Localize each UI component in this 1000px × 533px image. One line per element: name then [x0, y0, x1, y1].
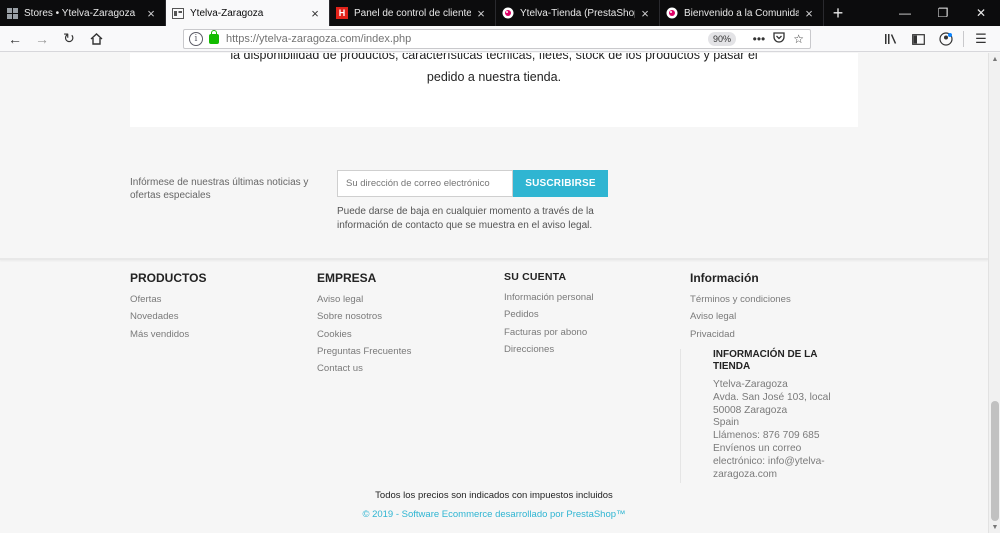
footer-link[interactable]: Información personal: [504, 289, 594, 306]
new-tab-button[interactable]: +: [824, 0, 852, 26]
tab-title: Bienvenido a la Comunidad de: [684, 7, 799, 19]
h-logo-icon: H: [336, 7, 348, 19]
tab-bienvenido[interactable]: Bienvenido a la Comunidad de ×: [660, 0, 824, 26]
back-arrow-icon[interactable]: ←: [3, 28, 27, 50]
footer-link[interactable]: Cookies: [317, 326, 411, 343]
footer-heading: Información: [690, 271, 759, 285]
lock-icon[interactable]: [209, 30, 219, 44]
footer-link[interactable]: Contact us: [317, 360, 411, 377]
footer-link[interactable]: Más vendidos: [130, 326, 206, 343]
restore-icon[interactable]: ❐: [924, 0, 962, 26]
footer-column-informacion: Información Términos y condiciones Aviso…: [690, 271, 791, 343]
footer-heading: SU CUENTA: [504, 271, 567, 283]
close-window-icon[interactable]: ✕: [962, 0, 1000, 26]
more-icon[interactable]: •••: [753, 32, 766, 46]
tab-panel-control[interactable]: H Panel de control de cliente ×: [330, 0, 496, 26]
close-icon[interactable]: ×: [145, 6, 157, 21]
content-card: la disponibilidad de productos, caracter…: [130, 53, 858, 127]
page-scrollbar[interactable]: ▲ ▼: [988, 53, 1000, 533]
home-icon[interactable]: [84, 28, 108, 50]
footer-link[interactable]: Aviso legal: [317, 291, 411, 308]
tab-strip: Stores • Ytelva-Zaragoza × Ytelva-Zarago…: [0, 0, 1000, 26]
store-phone: Llámenos: 876 709 685: [713, 430, 820, 442]
prices-note: Todos los precios son indicados con impu…: [375, 490, 613, 501]
close-icon[interactable]: ×: [803, 6, 815, 21]
footer-link[interactable]: Direcciones: [504, 341, 594, 358]
footer-heading: PRODUCTOS: [130, 271, 207, 285]
scroll-up-arrow-icon[interactable]: ▲: [989, 53, 1000, 65]
store-email: electrónico: info@ytelva-: [713, 455, 825, 467]
prestashop-icon: [666, 7, 678, 19]
footer-column-su-cuenta: SU CUENTA Información personal Pedidos F…: [504, 271, 594, 358]
store-info-heading: INFORMACIÓN DE LA TIENDA: [713, 349, 818, 372]
bookmark-star-icon[interactable]: ☆: [793, 32, 804, 46]
subscribe-button[interactable]: SUSCRIBIRSE: [513, 170, 608, 197]
scroll-down-arrow-icon[interactable]: ▼: [989, 521, 1000, 533]
footer-link[interactable]: Preguntas Frecuentes: [317, 343, 411, 360]
store-info-line: Envíenos un correo: [713, 442, 802, 454]
url-bar[interactable]: i https://ytelva-zaragoza.com/index.php …: [183, 29, 811, 49]
store-info-line: Avda. San José 103, local: [713, 391, 831, 403]
footer-divider: [0, 258, 988, 260]
close-icon[interactable]: ×: [639, 6, 651, 21]
store-email: zaragoza.com: [713, 468, 777, 480]
footer-link[interactable]: Privacidad: [690, 326, 791, 343]
sidebar-icon[interactable]: [907, 28, 929, 50]
account-icon[interactable]: [935, 28, 957, 50]
footer-column-productos: PRODUCTOS Ofertas Novedades Más vendidos: [130, 271, 206, 343]
pocket-icon[interactable]: [773, 32, 785, 46]
tab-title: Ytelva-Zaragoza: [190, 7, 264, 19]
store-info-line: Spain: [713, 417, 740, 429]
shop-icon: [172, 7, 184, 19]
library-icon[interactable]: [879, 28, 901, 50]
window-controls: — ❐ ✕: [886, 0, 1000, 26]
unsubscribe-note: Puede darse de baja en cualquier momento…: [337, 206, 594, 231]
footer-heading: EMPRESA: [317, 271, 377, 285]
tab-ytelva-zaragoza[interactable]: Ytelva-Zaragoza ×: [166, 0, 330, 26]
toolbar-separator: [963, 31, 964, 47]
tab-ytelva-tienda[interactable]: Ytelva-Tienda (PrestaShop™) ×: [496, 0, 660, 26]
tab-title: Panel de control de cliente: [354, 7, 471, 19]
footer-link[interactable]: Sobre nosotros: [317, 308, 411, 325]
footer-link[interactable]: Aviso legal: [690, 308, 791, 325]
scrollbar-thumb[interactable]: [991, 401, 999, 521]
close-icon[interactable]: ×: [309, 6, 321, 21]
page-viewport: la disponibilidad de productos, caracter…: [0, 53, 1000, 533]
navigation-bar: ← → ↻ i https://ytelva-zaragoza.com/inde…: [0, 26, 1000, 52]
store-info-line: Ytelva-Zaragoza: [713, 379, 788, 390]
store-info-block: INFORMACIÓN DE LA TIENDA Ytelva-Zaragoza…: [680, 349, 840, 483]
reload-icon[interactable]: ↻: [57, 28, 81, 50]
tab-title: Ytelva-Tienda (PrestaShop™): [520, 7, 635, 19]
forward-arrow-icon[interactable]: →: [30, 28, 54, 50]
minimize-icon[interactable]: —: [886, 0, 924, 26]
url-text[interactable]: https://ytelva-zaragoza.com/index.php: [226, 33, 411, 45]
footer-link[interactable]: Pedidos: [504, 306, 594, 323]
tab-title: Stores • Ytelva-Zaragoza: [24, 7, 136, 19]
newsletter-label: Infórmese de nuestras últimas noticias y…: [130, 177, 309, 201]
footer-link[interactable]: Ofertas: [130, 291, 206, 308]
footer-link[interactable]: Novedades: [130, 308, 206, 325]
menu-icon[interactable]: ☰: [970, 28, 992, 50]
footer-link[interactable]: Facturas por abono: [504, 324, 594, 341]
footer-link[interactable]: Términos y condiciones: [690, 291, 791, 308]
card-text-line: pedido a nuestra tienda.: [426, 70, 562, 84]
footer-column-empresa: EMPRESA Aviso legal Sobre nosotros Cooki…: [317, 271, 411, 377]
store-info-line: 50008 Zaragoza: [713, 404, 788, 416]
zoom-badge[interactable]: 90%: [708, 32, 736, 46]
copyright-link[interactable]: © 2019 - Software Ecommerce desarrollado…: [0, 509, 988, 520]
close-icon[interactable]: ×: [475, 6, 487, 21]
info-icon[interactable]: i: [189, 32, 203, 46]
prestashop-icon: [502, 7, 514, 19]
grid-icon: [6, 7, 18, 19]
tab-stores[interactable]: Stores • Ytelva-Zaragoza ×: [0, 0, 166, 26]
newsletter-email-input[interactable]: [337, 170, 513, 197]
